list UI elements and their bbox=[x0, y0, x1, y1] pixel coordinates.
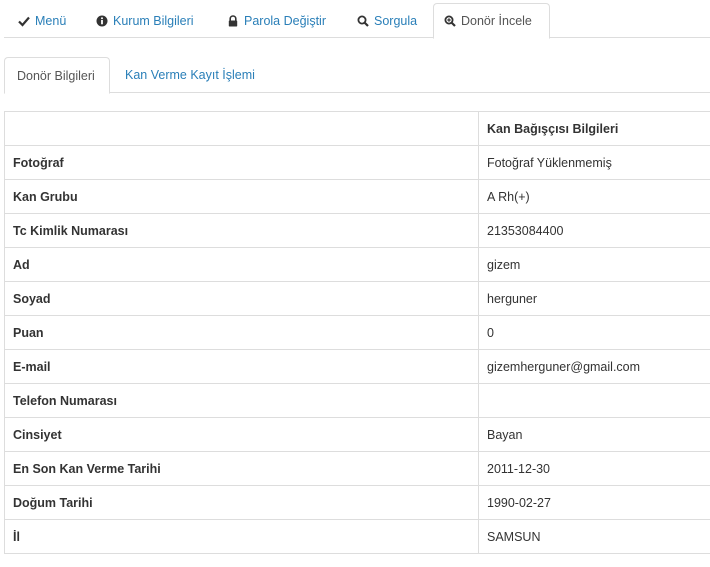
table-row: Soyad herguner bbox=[4, 281, 710, 316]
zoom-in-icon bbox=[444, 15, 456, 27]
table-row: Telefon Numarası bbox=[4, 383, 710, 418]
row-value: 1990-02-27 bbox=[478, 485, 710, 520]
row-value: gizem bbox=[478, 247, 710, 282]
row-label: Telefon Numarası bbox=[4, 383, 479, 418]
table-row: Doğum Tarihi 1990-02-27 bbox=[4, 485, 710, 520]
row-label: Ad bbox=[4, 247, 479, 282]
row-label: Fotoğraf bbox=[4, 145, 479, 180]
donor-info-table: Kan Bağışçısı Bilgileri Fotoğraf Fotoğraf… bbox=[4, 111, 710, 554]
row-label: En Son Kan Verme Tarihi bbox=[4, 451, 479, 486]
lock-icon bbox=[227, 14, 239, 27]
search-icon bbox=[357, 15, 369, 27]
tab-kan-verme-kayit-islemi-label: Kan Verme Kayıt İşlemi bbox=[125, 68, 255, 82]
table-row: Kan Grubu A Rh(+) bbox=[4, 179, 710, 214]
row-value: herguner bbox=[478, 281, 710, 316]
row-value: Fotoğraf Yüklenmemiş bbox=[478, 145, 710, 180]
row-value: gizemherguner@gmail.com bbox=[478, 349, 710, 384]
tab-kurum-bilgileri-label: Kurum Bilgileri bbox=[113, 13, 194, 28]
table-row: Cinsiyet Bayan bbox=[4, 417, 710, 452]
tab-menu[interactable]: Menü bbox=[8, 3, 76, 38]
row-label: Soyad bbox=[4, 281, 479, 316]
row-label: Doğum Tarihi bbox=[4, 485, 479, 520]
row-label: Tc Kimlik Numarası bbox=[4, 213, 479, 248]
table-header-row: Kan Bağışçısı Bilgileri bbox=[4, 111, 710, 146]
table-row: Ad gizem bbox=[4, 247, 710, 282]
info-icon bbox=[96, 15, 108, 27]
row-value: Bayan bbox=[478, 417, 710, 452]
table-row: İl SAMSUN bbox=[4, 519, 710, 554]
row-label: Puan bbox=[4, 315, 479, 350]
tab-donor-bilgileri[interactable]: Donör Bilgileri bbox=[4, 57, 110, 94]
tab-donor-incele[interactable]: Donör İncele bbox=[433, 3, 550, 39]
table-row: Fotoğraf Fotoğraf Yüklenmemiş bbox=[4, 145, 710, 180]
row-value bbox=[478, 383, 710, 418]
tab-kan-verme-kayit-islemi[interactable]: Kan Verme Kayıt İşlemi bbox=[113, 57, 267, 93]
tab-parola-degistir-label: Parola Değiştir bbox=[244, 13, 326, 28]
tab-menu-label: Menü bbox=[35, 13, 67, 28]
table-row: Puan 0 bbox=[4, 315, 710, 350]
table-row: E-mail gizemherguner@gmail.com bbox=[4, 349, 710, 384]
row-label: Kan Grubu bbox=[4, 179, 479, 214]
table-row: En Son Kan Verme Tarihi 2011-12-30 bbox=[4, 451, 710, 486]
tab-donor-bilgileri-label: Donör Bilgileri bbox=[17, 68, 95, 83]
row-label: E-mail bbox=[4, 349, 479, 384]
row-label: İl bbox=[4, 519, 479, 554]
tab-donor-incele-label: Donör İncele bbox=[461, 14, 532, 28]
row-value: A Rh(+) bbox=[478, 179, 710, 214]
main-tab-bar: Menü Kurum Bilgileri Parola Değiştir Sor… bbox=[4, 3, 710, 39]
row-value: 2011-12-30 bbox=[478, 451, 710, 486]
table-header-empty bbox=[4, 111, 479, 146]
row-label: Cinsiyet bbox=[4, 417, 479, 452]
row-value: 0 bbox=[478, 315, 710, 350]
tab-kurum-bilgileri[interactable]: Kurum Bilgileri bbox=[86, 3, 204, 38]
sub-tab-bar: Donör Bilgileri Kan Verme Kayıt İşlemi bbox=[4, 57, 710, 94]
tab-sorgula-label: Sorgula bbox=[374, 13, 418, 28]
check-icon bbox=[18, 15, 30, 27]
table-header-title: Kan Bağışçısı Bilgileri bbox=[478, 111, 710, 146]
tab-parola-degistir[interactable]: Parola Değiştir bbox=[217, 3, 336, 38]
tab-sorgula[interactable]: Sorgula bbox=[347, 3, 427, 38]
table-row: Tc Kimlik Numarası 21353084400 bbox=[4, 213, 710, 248]
row-value: 21353084400 bbox=[478, 213, 710, 248]
row-value: SAMSUN bbox=[478, 519, 710, 554]
